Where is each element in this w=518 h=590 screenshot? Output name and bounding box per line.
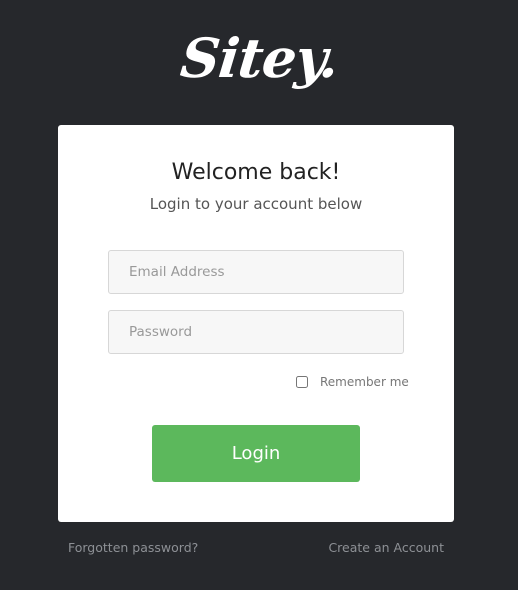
remember-me-control[interactable]: Remember me: [296, 375, 409, 389]
remember-me-label: Remember me: [320, 375, 409, 389]
remember-me-checkbox[interactable]: [296, 376, 308, 388]
email-input[interactable]: [108, 250, 404, 294]
create-account-link[interactable]: Create an Account: [328, 540, 444, 555]
password-input[interactable]: [108, 310, 404, 354]
brand-logo: Sitey.: [0, 18, 518, 98]
logo-text: Sitey.: [177, 26, 341, 90]
forgot-password-link[interactable]: Forgotten password?: [68, 540, 198, 555]
login-button[interactable]: Login: [152, 425, 360, 482]
welcome-subtitle: Login to your account below: [149, 195, 363, 213]
welcome-title: Welcome back!: [171, 160, 341, 185]
login-card: Welcome back! Login to your account belo…: [58, 125, 454, 522]
